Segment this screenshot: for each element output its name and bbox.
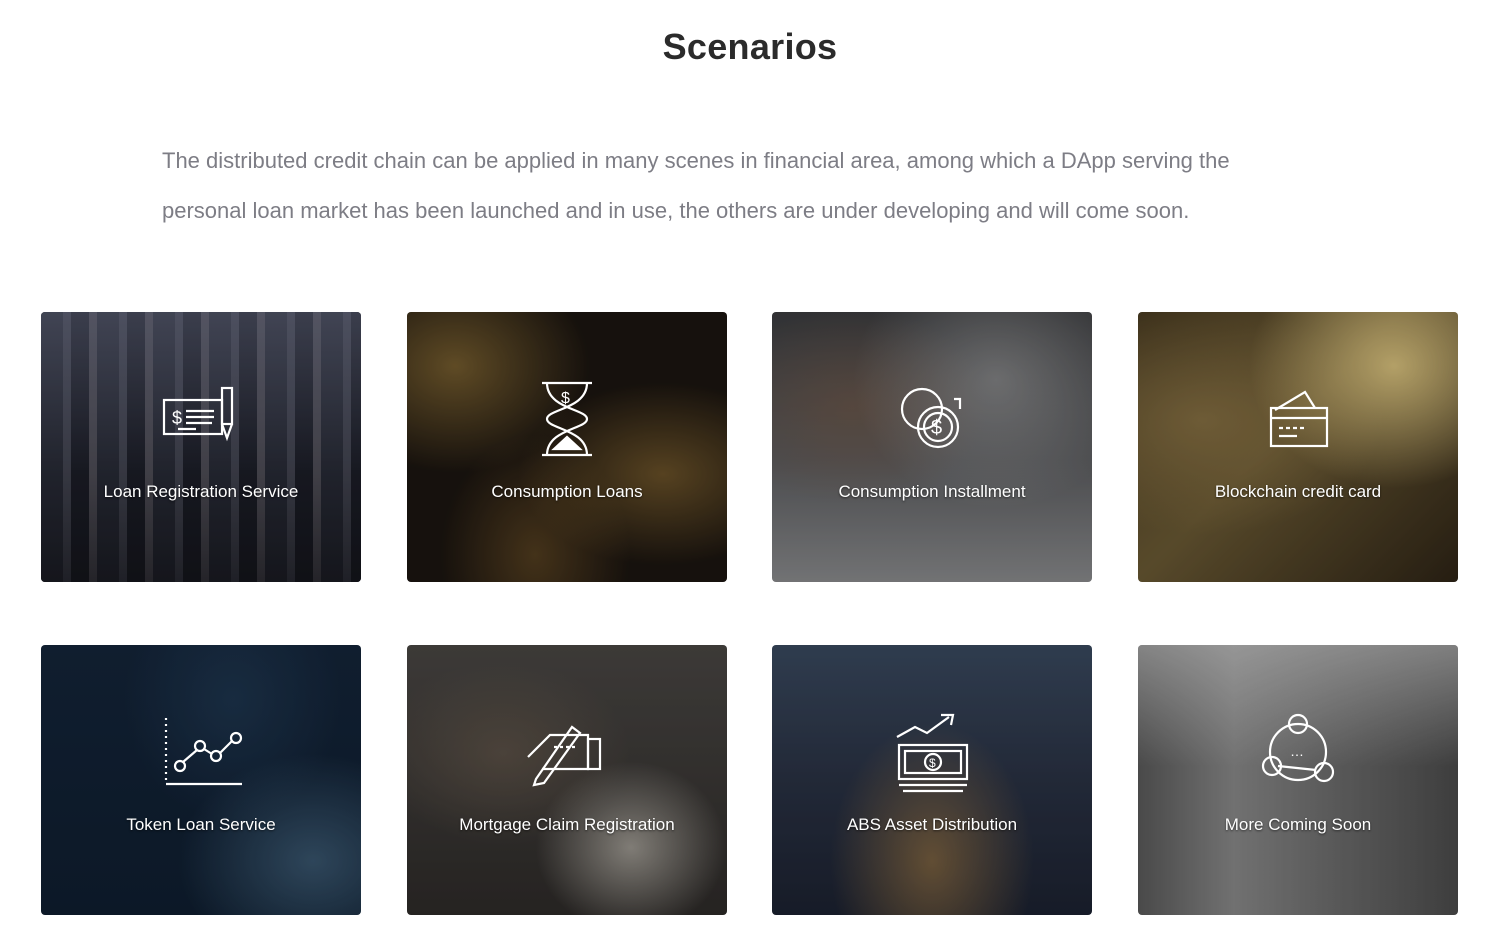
card-consumption-loans[interactable]: $ Consumption Loans <box>407 312 727 582</box>
card-label: Token Loan Service <box>126 815 276 834</box>
card-label: More Coming Soon <box>1224 815 1372 834</box>
card-consumption-installment[interactable]: $ Consumption Installment <box>772 312 1092 582</box>
card-mortgage-claim-registration[interactable]: Mortgage Claim Registration <box>407 645 727 915</box>
card-loan-registration-service[interactable]: $ Loan Registration Service <box>41 312 361 582</box>
svg-text:$: $ <box>561 390 570 407</box>
card-more-coming-soon[interactable]: … More Coming Soon <box>1138 645 1458 915</box>
card-token-loan-service[interactable]: Token Loan Service <box>41 645 361 915</box>
card-label: Consumption Installment <box>838 482 1026 501</box>
network-nodes-icon: … <box>1248 707 1348 797</box>
intro-line-1: The distributed credit chain can be appl… <box>162 148 1230 173</box>
card-label: Consumption Loans <box>491 482 643 501</box>
card-blockchain-credit-card[interactable]: Blockchain credit card <box>1138 312 1458 582</box>
hourglass-dollar-icon: $ <box>517 374 617 464</box>
intro-line-2: personal loan market has been launched a… <box>162 198 1190 223</box>
line-chart-icon <box>151 707 251 797</box>
card-abs-asset-distribution[interactable]: $ ABS Asset Distribution <box>772 645 1092 915</box>
card-label: Blockchain credit card <box>1214 482 1382 501</box>
svg-text:$: $ <box>172 408 182 428</box>
intro-text: The distributed credit chain can be appl… <box>162 136 1272 236</box>
card-label: Mortgage Claim Registration <box>459 815 675 834</box>
svg-text:$: $ <box>929 756 936 770</box>
cheque-pen-icon: $ <box>151 374 251 464</box>
svg-text:…: … <box>1290 743 1304 759</box>
coins-icon: $ <box>882 374 982 464</box>
cash-growth-icon: $ <box>882 707 982 797</box>
signing-hand-icon <box>517 707 617 797</box>
credit-card-icon <box>1248 374 1348 464</box>
page-title: Scenarios <box>662 26 838 67</box>
svg-text:$: $ <box>931 417 942 439</box>
card-label: Loan Registration Service <box>103 482 299 501</box>
card-label: ABS Asset Distribution <box>846 815 1018 834</box>
